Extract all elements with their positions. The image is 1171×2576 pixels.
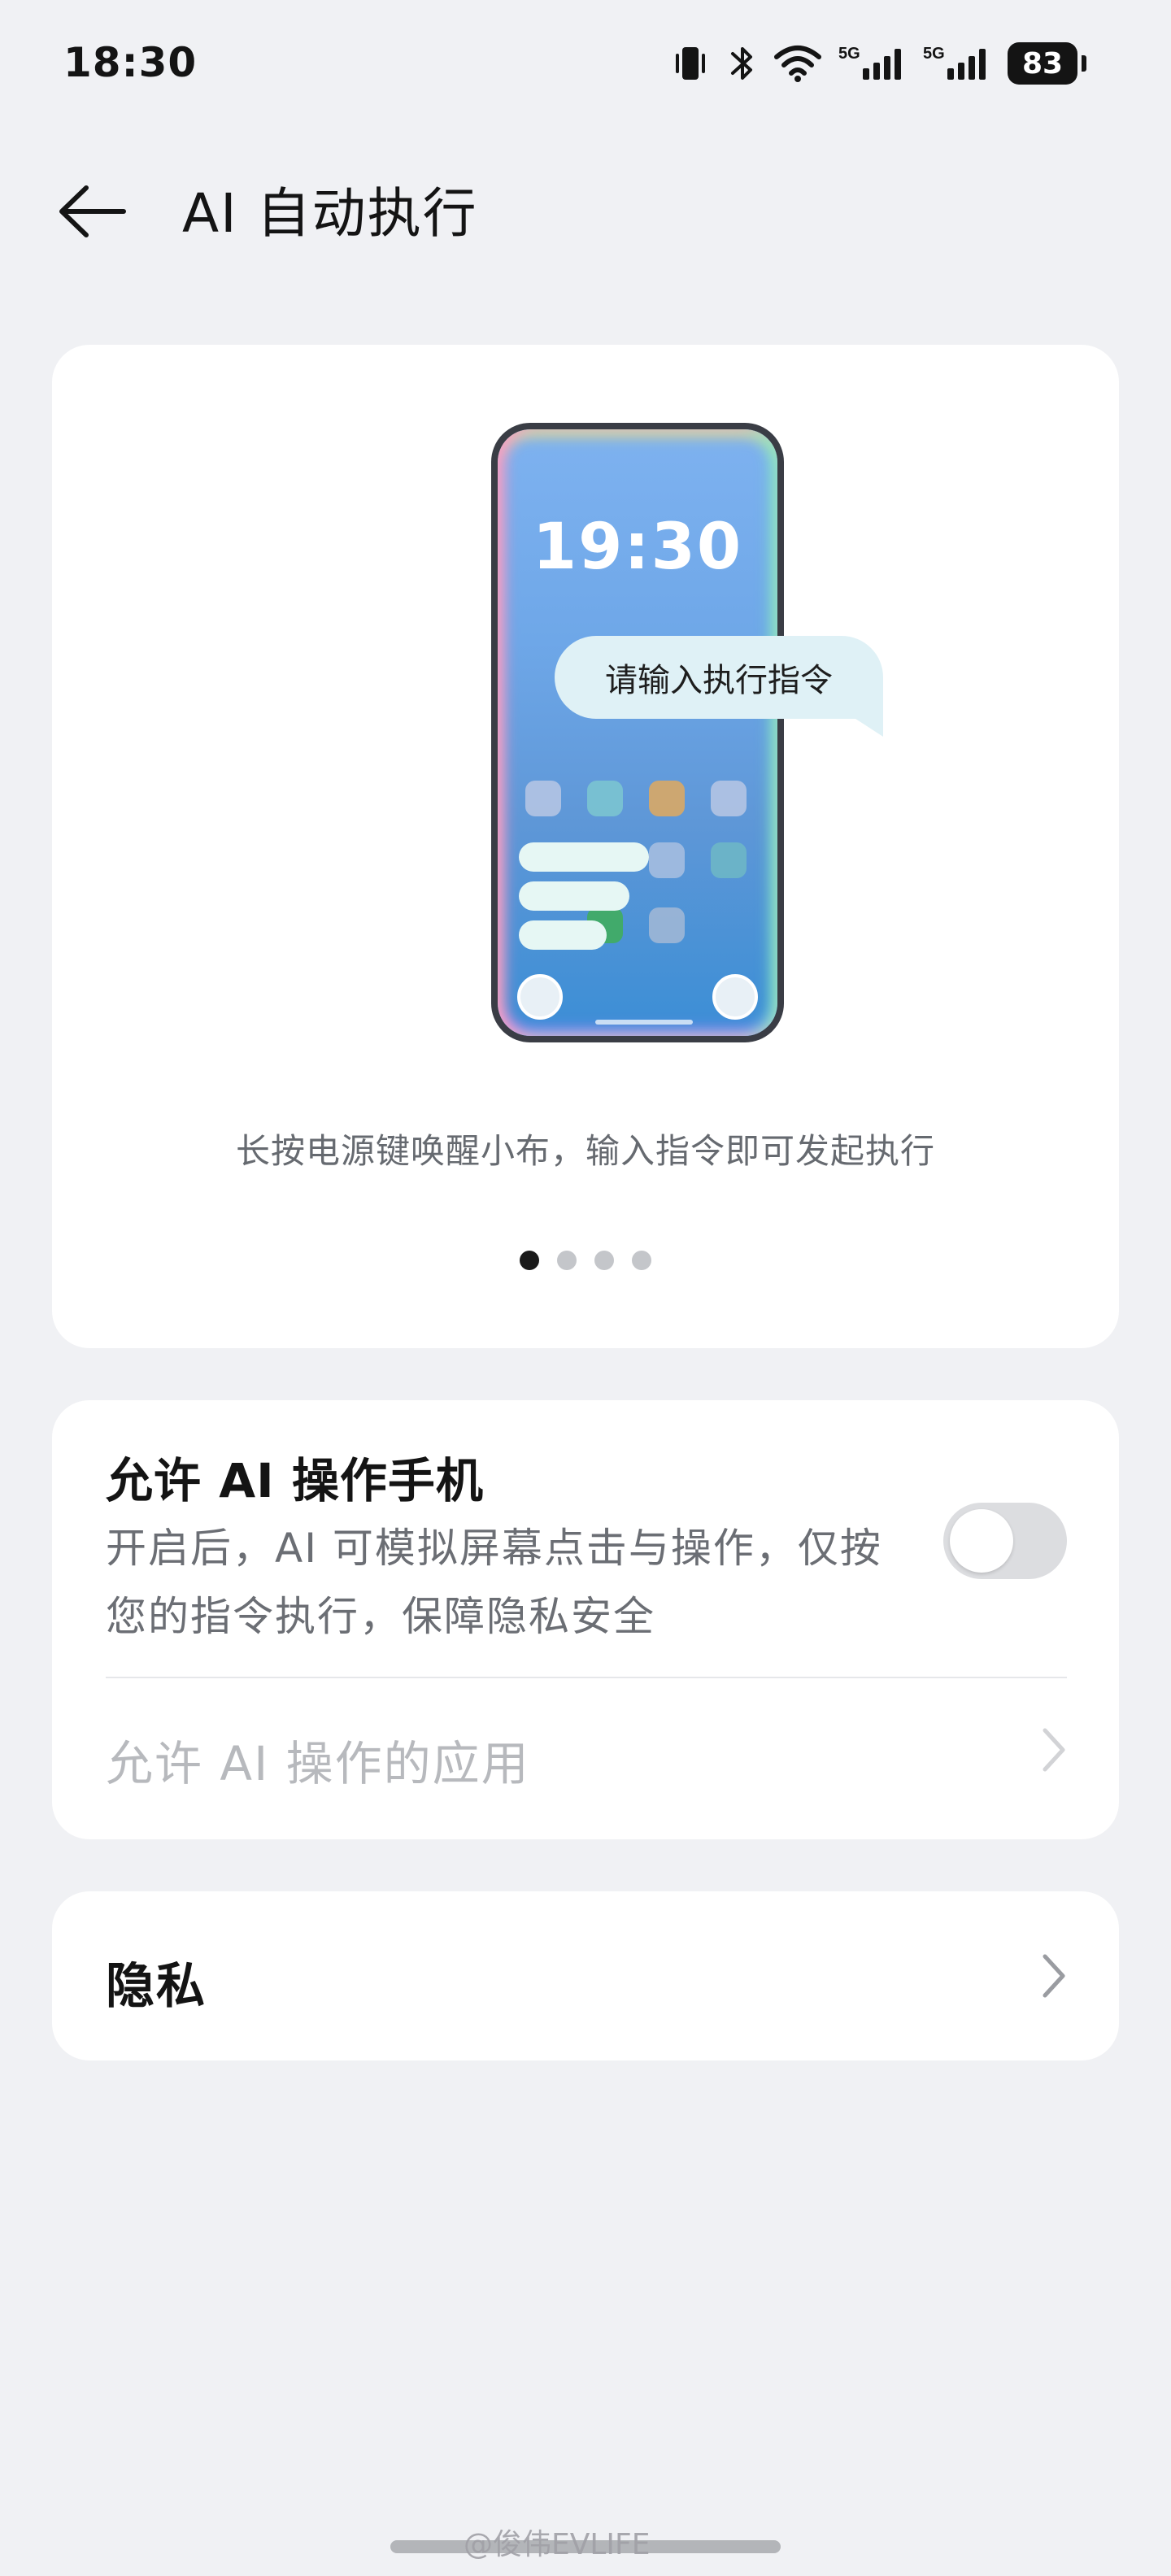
battery-level: 83 (1008, 42, 1077, 85)
app-icon (649, 781, 685, 816)
status-icons: 5G 5G 83 (669, 37, 1086, 89)
privacy-item[interactable]: 隐私 (52, 1891, 1119, 2060)
app-icon (587, 781, 623, 816)
chat-line (519, 842, 649, 872)
network-label-2: 5G (923, 45, 945, 63)
hero-card[interactable]: 19:30 请输入执行指令 长按电源键唤醒小布，输入指令即可发起执行 (52, 345, 1119, 1348)
watermark: @俊伟EVLIFE (464, 2521, 651, 2563)
permission-description: 开启后，AI 可模拟屏幕点击与操作，仅按您的指令执行，保障隐私安全 (106, 1525, 882, 1640)
pager-dot[interactable] (520, 1251, 539, 1270)
pager (52, 1251, 1119, 1270)
hero-illustration: 19:30 请输入执行指令 (437, 423, 893, 1083)
back-button[interactable] (47, 177, 137, 246)
permission-card: 允许 AI 操作手机 开启后，AI 可模拟屏幕点击与操作，仅按您的指令执行，保障… (52, 1400, 1119, 1839)
bluetooth-icon (731, 47, 752, 80)
chevron-right-icon (1043, 1728, 1065, 1772)
prompt-bubble-tail (851, 716, 883, 737)
pager-dot[interactable] (594, 1251, 614, 1270)
home-indicator (595, 1020, 693, 1025)
permission-title: 允许 AI 操作手机 (106, 1453, 484, 1508)
phone-clock: 19:30 (532, 511, 743, 584)
pager-dot[interactable] (632, 1251, 651, 1270)
divider (106, 1677, 1067, 1678)
privacy-label: 隐私 (106, 1958, 207, 2015)
watermark-text: @俊伟EVLIFE (464, 2528, 651, 2561)
settings-page: 18:30 5G 5G 83 AI 自动执行 19:30 请输入执行指令 长按电… (0, 0, 1171, 2576)
status-time: 18:30 (63, 39, 198, 86)
allowed-apps-label[interactable]: 允许 AI 操作的应用 (106, 1725, 530, 1794)
prompt-bubble: 请输入执行指令 (555, 636, 883, 719)
dock-button (712, 974, 758, 1020)
pager-dot[interactable] (557, 1251, 577, 1270)
toggle-knob (950, 1509, 1013, 1573)
battery-tip (1082, 55, 1086, 72)
page-title: AI 自动执行 (182, 182, 478, 245)
wifi-icon (774, 46, 821, 82)
chat-line (519, 920, 607, 950)
app-icon (649, 907, 685, 943)
allowed-apps-chevron[interactable] (1038, 1724, 1070, 1776)
app-icon (649, 842, 685, 878)
privacy-chevron (1038, 1950, 1070, 2002)
app-icon (711, 781, 747, 816)
hero-caption: 长按电源键唤醒小布，输入指令即可发起执行 (235, 1131, 935, 1171)
vibrate-icon (676, 47, 705, 80)
network-label-1: 5G (838, 45, 860, 63)
signal-5g-icon: 5G (838, 45, 901, 80)
status-bar: 18:30 5G 5G 83 (0, 0, 1171, 130)
chevron-right-icon (1043, 1954, 1065, 1998)
signal-5g-icon: 5G (923, 45, 986, 80)
header: AI 自动执行 (0, 163, 1171, 260)
chat-line (519, 881, 629, 911)
allow-ai-toggle[interactable] (943, 1503, 1067, 1579)
arrow-left-icon (59, 185, 126, 237)
battery-icon: 83 (1008, 42, 1086, 85)
dock-button (517, 974, 563, 1020)
phone-illustration: 19:30 (491, 423, 784, 1042)
app-icon (525, 781, 561, 816)
app-icon (711, 842, 747, 878)
